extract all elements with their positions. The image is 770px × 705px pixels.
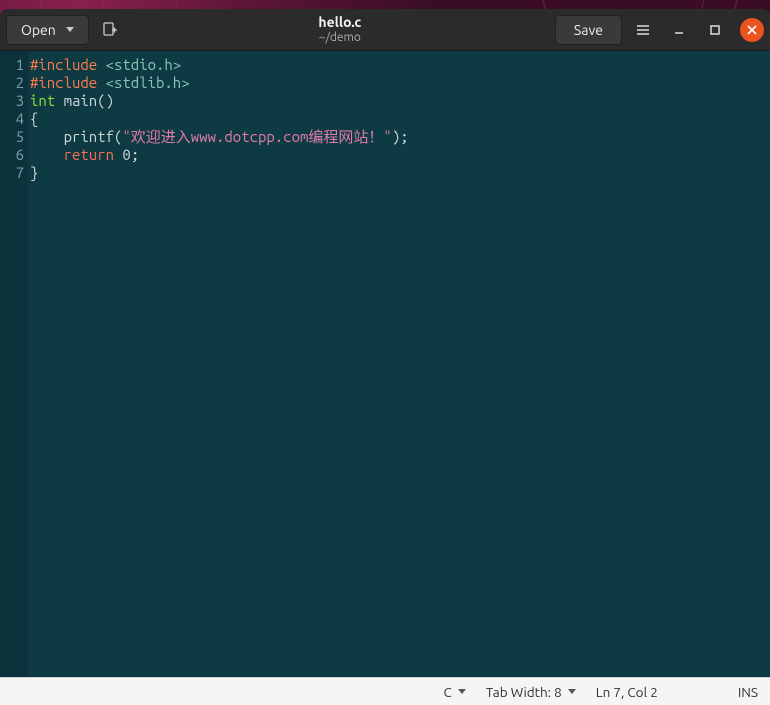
line-number-gutter: 1234567 [0, 51, 28, 677]
open-label: Open [21, 22, 56, 38]
title-area: hello.c ~/demo [131, 15, 549, 44]
tab-width-selector[interactable]: Tab Width: 8 [476, 684, 586, 700]
chevron-down-icon [458, 689, 466, 694]
open-button[interactable]: Open [6, 15, 89, 45]
minimize-icon [672, 23, 686, 37]
line-number: 7 [0, 164, 24, 182]
chevron-down-icon [66, 27, 74, 32]
language-selector[interactable]: C [434, 684, 476, 700]
maximize-icon [708, 23, 722, 37]
window-subtitle: ~/demo [131, 31, 549, 44]
chevron-down-icon [568, 689, 576, 694]
window-title: hello.c [131, 15, 549, 30]
line-number: 4 [0, 110, 24, 128]
save-button[interactable]: Save [555, 15, 622, 45]
code-line[interactable]: #include <stdlib.h> [30, 74, 770, 92]
hamburger-icon [636, 23, 650, 37]
line-number: 6 [0, 146, 24, 164]
status-tab-width: Tab Width: 8 [486, 684, 562, 700]
new-document-icon [102, 22, 118, 38]
code-line[interactable]: return 0; [30, 146, 770, 164]
gedit-window: Open hello.c ~/demo Save [0, 9, 770, 705]
code-line[interactable]: { [30, 110, 770, 128]
maximize-button[interactable] [700, 15, 730, 45]
cursor-position-selector[interactable]: Ln 7, Col 2 [586, 684, 668, 700]
save-label: Save [574, 22, 603, 38]
code-line[interactable]: printf("欢迎进入www.dotcpp.com编程网站！"); [30, 128, 770, 146]
hamburger-menu-button[interactable] [628, 15, 658, 45]
line-number: 3 [0, 92, 24, 110]
status-insert-mode: INS [738, 684, 758, 700]
minimize-button[interactable] [664, 15, 694, 45]
line-number: 2 [0, 74, 24, 92]
close-icon [747, 25, 757, 35]
close-button[interactable] [740, 18, 764, 42]
editor-area[interactable]: 1234567 #include <stdio.h>#include <stdl… [0, 51, 770, 677]
line-number: 5 [0, 128, 24, 146]
status-cursor: Ln 7, Col 2 [596, 684, 658, 700]
status-language: C [444, 684, 452, 700]
code-line[interactable]: } [30, 164, 770, 182]
line-number: 1 [0, 56, 24, 74]
statusbar: C Tab Width: 8 Ln 7, Col 2 INS [0, 677, 770, 705]
code-line[interactable]: #include <stdio.h> [30, 56, 770, 74]
new-tab-button[interactable] [95, 15, 125, 45]
code-line[interactable]: int main() [30, 92, 770, 110]
headerbar: Open hello.c ~/demo Save [0, 9, 770, 51]
source-code[interactable]: #include <stdio.h>#include <stdlib.h>int… [28, 51, 770, 677]
